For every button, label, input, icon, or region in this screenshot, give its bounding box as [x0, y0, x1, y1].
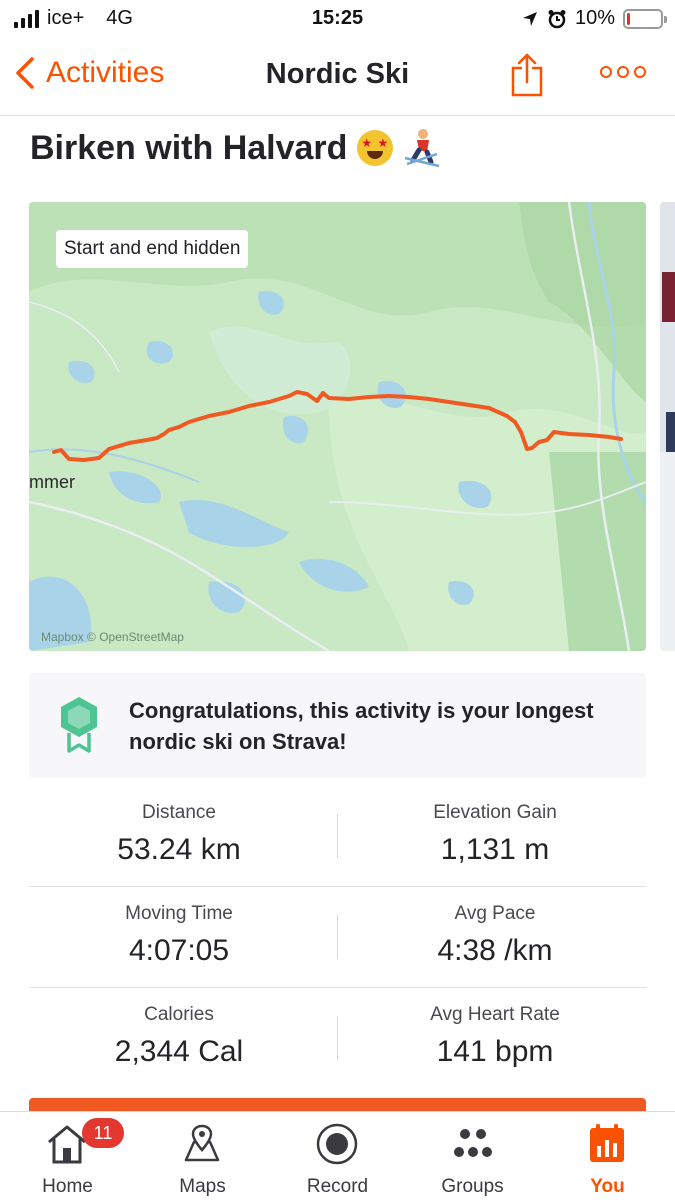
route-map[interactable]: Start and end hidden mmer Mapbox © OpenS…: [29, 202, 646, 651]
achievement-badge-icon: [61, 697, 97, 753]
tab-you[interactable]: You: [540, 1112, 675, 1200]
stat-avg-heart-rate: Avg Heart Rate 141 bpm: [345, 1004, 645, 1069]
stat-label: Avg Heart Rate: [430, 1004, 560, 1025]
tab-label: Groups: [441, 1176, 504, 1197]
activity-title-text: Birken with Halvard: [30, 128, 348, 167]
activity-title: Birken with Halvard: [30, 128, 441, 168]
tab-groups[interactable]: Groups: [405, 1112, 540, 1200]
stat-value: 141 bpm: [436, 1035, 554, 1068]
stat-value: 2,344 Cal: [114, 1035, 244, 1068]
notification-badge: 11: [82, 1118, 124, 1148]
photo-thumbnail[interactable]: [660, 202, 675, 651]
stat-moving-time: Moving Time 4:07:05: [29, 903, 329, 968]
tab-label: Record: [306, 1176, 369, 1197]
tab-record[interactable]: Record: [270, 1112, 405, 1200]
location-arrow-icon: [522, 11, 537, 26]
tab-label: Home: [42, 1176, 93, 1197]
star-struck-emoji: [357, 130, 394, 166]
divider: [337, 1016, 338, 1060]
map-place-label: mmer: [29, 472, 75, 492]
record-icon: [316, 1123, 358, 1165]
battery-percent: 10%: [574, 7, 615, 29]
status-bar: ice+ 4G 15:25 10%: [0, 0, 675, 38]
alarm-clock-icon: [548, 9, 566, 28]
you-icon: [590, 1124, 624, 1162]
tab-label: Maps: [179, 1176, 226, 1197]
stat-label: Calories: [144, 1004, 214, 1025]
stats-row: Distance 53.24 km Elevation Gain 1,131 m: [29, 786, 646, 887]
tab-home[interactable]: 11 Home: [0, 1112, 135, 1200]
maps-icon: [184, 1124, 220, 1162]
share-icon: [511, 53, 543, 97]
analysis-button-partial[interactable]: [29, 1098, 646, 1112]
chevron-left-icon: [16, 57, 34, 89]
tab-bar: 11 Home Maps Record Groups You: [0, 1111, 675, 1200]
tab-maps[interactable]: Maps: [135, 1112, 270, 1200]
stat-label: Avg Pace: [454, 903, 536, 924]
stats-row: Moving Time 4:07:05 Avg Pace 4:38 /km: [29, 887, 646, 988]
share-button[interactable]: [510, 52, 544, 103]
status-right: 10%: [521, 7, 667, 30]
achievement-text: Congratulations, this activity is your l…: [129, 698, 594, 754]
stat-avg-pace: Avg Pace 4:38 /km: [345, 903, 645, 968]
divider: [337, 915, 338, 959]
battery-icon: [623, 8, 667, 29]
more-icon[interactable]: [600, 66, 646, 78]
stat-value: 53.24 km: [117, 833, 241, 866]
stat-value: 4:38 /km: [437, 934, 553, 967]
groups-icon: [454, 1129, 492, 1157]
stat-distance: Distance 53.24 km: [29, 802, 329, 867]
tab-label: You: [590, 1176, 625, 1197]
stat-label: Elevation Gain: [433, 802, 557, 823]
stats-grid: Distance 53.24 km Elevation Gain 1,131 m…: [29, 786, 646, 1089]
stat-value: 4:07:05: [128, 934, 230, 967]
stat-elevation-gain: Elevation Gain 1,131 m: [345, 802, 645, 867]
privacy-badge: Start and end hidden: [56, 230, 249, 268]
map-attribution[interactable]: Mapbox © OpenStreetMap: [41, 630, 184, 644]
back-label: Activities: [46, 56, 165, 89]
stats-row: Calories 2,344 Cal Avg Heart Rate 141 bp…: [29, 988, 646, 1089]
stat-label: Distance: [142, 802, 216, 823]
stat-label: Moving Time: [125, 903, 233, 924]
divider: [337, 814, 338, 858]
achievement-card[interactable]: Congratulations, this activity is your l…: [29, 673, 646, 778]
back-button[interactable]: Activities: [14, 56, 164, 90]
stat-calories: Calories 2,344 Cal: [29, 1004, 329, 1069]
battery-level: [627, 12, 630, 25]
skier-emoji: [405, 129, 440, 168]
nav-bar: Activities Nordic Ski: [0, 38, 675, 116]
stat-value: 1,131 m: [440, 833, 550, 866]
map-canvas: [29, 202, 646, 651]
